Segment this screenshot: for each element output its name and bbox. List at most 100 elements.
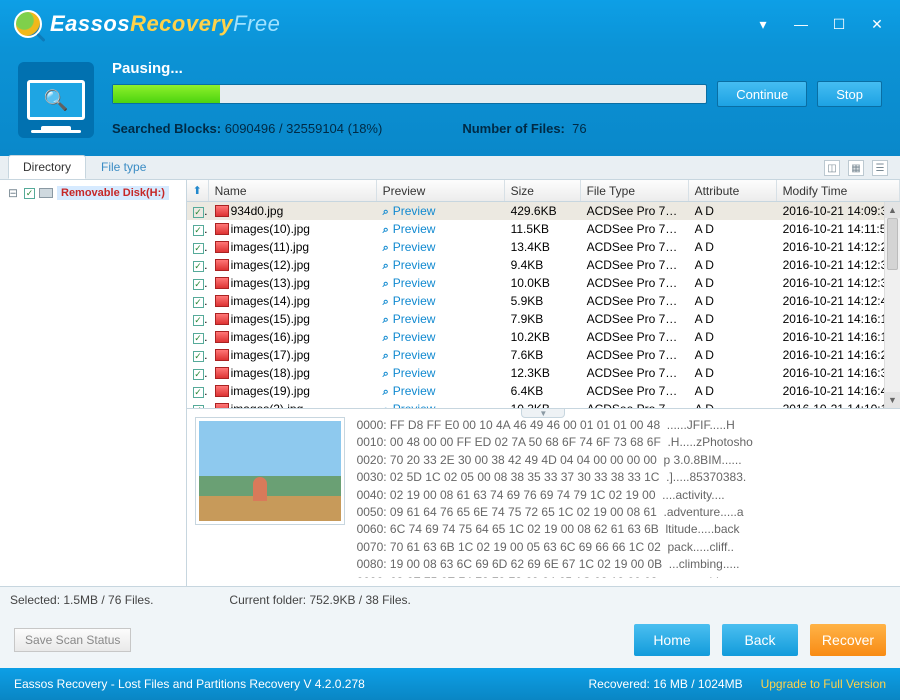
col-type[interactable]: File Type <box>581 180 689 201</box>
view-list[interactable]: ☰ <box>872 160 888 176</box>
home-button[interactable]: Home <box>634 624 710 656</box>
preview-link[interactable]: Preview <box>393 240 436 254</box>
status-current: Current folder: 752.9KB / 38 Files. <box>229 593 410 607</box>
col-name[interactable]: Name <box>209 180 377 201</box>
row-checkbox[interactable]: ✓ <box>193 315 204 326</box>
magnify-icon: ⌕ <box>383 368 389 380</box>
view-large-icons[interactable]: ◫ <box>824 160 840 176</box>
app-logo-icon <box>14 10 42 38</box>
preview-link[interactable]: Preview <box>393 276 436 290</box>
preview-link[interactable]: Preview <box>393 312 436 326</box>
file-size: 11.5KB <box>505 221 581 237</box>
table-row[interactable]: ✓images(10).jpg⌕Preview11.5KBACDSee Pro … <box>187 220 900 238</box>
back-button[interactable]: Back <box>722 624 798 656</box>
file-mtime: 2016-10-21 14:16:18 <box>777 329 900 345</box>
table-row[interactable]: ✓images(18).jpg⌕Preview12.3KBACDSee Pro … <box>187 364 900 382</box>
footer-version: Eassos Recovery - Lost Files and Partiti… <box>14 677 365 691</box>
settings-icon[interactable]: ▾ <box>754 17 772 31</box>
file-type: ACDSee Pro 7… <box>581 257 689 273</box>
file-name: images(12).jpg <box>231 258 310 272</box>
file-mtime: 2016-10-21 14:16:40 <box>777 383 900 399</box>
file-attribute: A D <box>689 365 777 381</box>
file-mtime: 2016-10-21 14:16:36 <box>777 365 900 381</box>
magnify-icon: ⌕ <box>383 386 389 398</box>
tab-directory[interactable]: Directory <box>8 155 86 179</box>
preview-link[interactable]: Preview <box>393 330 436 344</box>
row-checkbox[interactable]: ✓ <box>193 333 204 344</box>
minimize-button[interactable]: — <box>792 17 810 31</box>
brand-part1: Eassos <box>50 11 130 36</box>
col-attr[interactable]: Attribute <box>689 180 777 201</box>
row-checkbox[interactable]: ✓ <box>193 279 204 290</box>
tree-collapse-icon[interactable]: ⊟ <box>6 186 20 200</box>
table-row[interactable]: ✓images(13).jpg⌕Preview10.0KBACDSee Pro … <box>187 274 900 292</box>
table-body: ✓934d0.jpg⌕Preview429.6KBACDSee Pro 7…A … <box>187 202 900 408</box>
row-checkbox[interactable]: ✓ <box>193 261 204 272</box>
disk-icon <box>39 188 53 198</box>
continue-button[interactable]: Continue <box>717 81 807 107</box>
table-row[interactable]: ✓images(19).jpg⌕Preview6.4KBACDSee Pro 7… <box>187 382 900 400</box>
row-checkbox[interactable]: ✓ <box>193 369 204 380</box>
table-row[interactable]: ✓images(16).jpg⌕Preview10.2KBACDSee Pro … <box>187 328 900 346</box>
scroll-up-icon[interactable]: ▲ <box>885 202 900 218</box>
row-checkbox[interactable]: ✓ <box>193 225 204 236</box>
file-attribute: A D <box>689 275 777 291</box>
row-checkbox[interactable]: ✓ <box>193 297 204 308</box>
scroll-down-icon[interactable]: ▼ <box>885 392 900 408</box>
maximize-button[interactable]: ☐ <box>830 17 848 31</box>
image-file-icon <box>215 241 229 253</box>
tab-filetype[interactable]: File type <box>86 155 161 179</box>
magnify-icon: ⌕ <box>383 350 389 362</box>
file-name: images(18).jpg <box>231 366 310 380</box>
row-checkbox[interactable]: ✓ <box>193 351 204 362</box>
scroll-thumb[interactable] <box>887 218 898 270</box>
searched-blocks: Searched Blocks: 6090496 / 32559104 (18%… <box>112 121 382 136</box>
splitter-grip[interactable]: ▼ <box>521 408 565 418</box>
table-row[interactable]: ✓images(17).jpg⌕Preview7.6KBACDSee Pro 7… <box>187 346 900 364</box>
recover-button[interactable]: Recover <box>810 624 886 656</box>
preview-link[interactable]: Preview <box>393 222 436 236</box>
preview-link[interactable]: Preview <box>393 204 436 218</box>
table-row[interactable]: ✓934d0.jpg⌕Preview429.6KBACDSee Pro 7…A … <box>187 202 900 220</box>
row-checkbox[interactable]: ✓ <box>193 387 204 398</box>
save-scan-status-button[interactable]: Save Scan Status <box>14 628 131 652</box>
file-attribute: A D <box>689 329 777 345</box>
brand-part2: Recovery <box>130 11 233 36</box>
brand-part3: Free <box>233 11 280 36</box>
magnify-icon: ⌕ <box>383 332 389 344</box>
preview-link[interactable]: Preview <box>393 258 436 272</box>
col-size[interactable]: Size <box>505 180 581 201</box>
stop-button[interactable]: Stop <box>817 81 882 107</box>
file-size: 10.2KB <box>505 329 581 345</box>
file-mtime: 2016-10-21 14:12:44 <box>777 293 900 309</box>
preview-link[interactable]: Preview <box>393 348 436 362</box>
file-mtime: 2016-10-21 14:16:12 <box>777 311 900 327</box>
status-bar: Selected: 1.5MB / 76 Files. Current fold… <box>0 586 900 612</box>
view-small-icons[interactable]: ▦ <box>848 160 864 176</box>
upgrade-link[interactable]: Upgrade to Full Version <box>761 677 886 691</box>
preview-link[interactable]: Preview <box>393 366 436 380</box>
file-type: ACDSee Pro 7… <box>581 275 689 291</box>
tree-root-checkbox[interactable]: ✓ <box>24 188 35 199</box>
table-row[interactable]: ✓images(14).jpg⌕Preview5.9KBACDSee Pro 7… <box>187 292 900 310</box>
close-button[interactable]: ✕ <box>868 17 886 31</box>
preview-link[interactable]: Preview <box>393 384 436 398</box>
row-checkbox[interactable]: ✓ <box>193 243 204 254</box>
col-mtime[interactable]: Modify Time <box>777 180 900 201</box>
col-preview[interactable]: Preview <box>377 180 505 201</box>
row-checkbox[interactable]: ✓ <box>193 207 204 218</box>
table-row[interactable]: ✓images(2).jpg⌕Preview10.3KBACDSee Pro 7… <box>187 400 900 408</box>
table-row[interactable]: ✓images(12).jpg⌕Preview9.4KBACDSee Pro 7… <box>187 256 900 274</box>
preview-link[interactable]: Preview <box>393 294 436 308</box>
file-type: ACDSee Pro 7… <box>581 239 689 255</box>
tree-root-row[interactable]: ⊟ ✓ Removable Disk(H:) <box>6 186 180 200</box>
file-mtime: 2016-10-21 14:12:28 <box>777 239 900 255</box>
table-row[interactable]: ✓images(11).jpg⌕Preview13.4KBACDSee Pro … <box>187 238 900 256</box>
col-check[interactable]: ⬆ <box>187 180 209 201</box>
magnify-icon: ⌕ <box>383 224 389 236</box>
file-name: images(17).jpg <box>231 348 310 362</box>
table-row[interactable]: ✓images(15).jpg⌕Preview7.9KBACDSee Pro 7… <box>187 310 900 328</box>
file-attribute: A D <box>689 401 777 408</box>
vertical-scrollbar[interactable]: ▲ ▼ <box>884 202 900 408</box>
magnify-icon: ⌕ <box>383 278 389 290</box>
